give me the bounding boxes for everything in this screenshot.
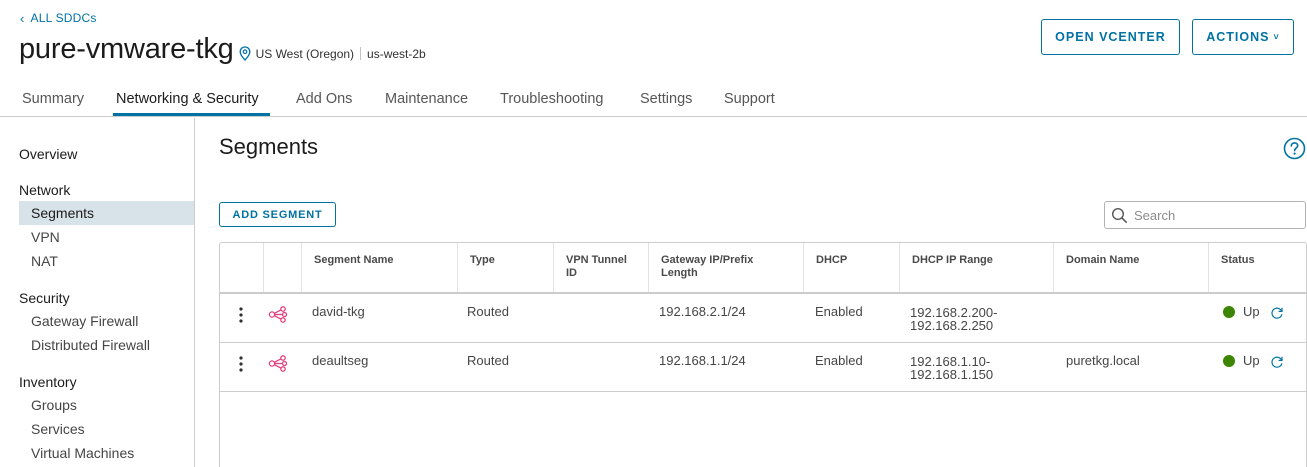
table-row[interactable]: david-tkg Routed 192.168.2.1/24 Enabled … <box>220 294 1306 343</box>
cell-gateway-ip: 192.168.2.1/24 <box>659 304 746 319</box>
table-row[interactable]: deaultseg Routed 192.168.1.1/24 Enabled … <box>220 343 1306 392</box>
location-pin-icon <box>239 46 251 61</box>
cell-domain-name: puretkg.local <box>1066 353 1140 368</box>
cell-gateway-ip: 192.168.1.1/24 <box>659 353 746 368</box>
tab-troubleshooting[interactable]: Troubleshooting <box>500 91 603 107</box>
table-header: Segment Name Type VPN Tunnel ID Gateway … <box>220 243 1306 294</box>
segments-table: Segment Name Type VPN Tunnel ID Gateway … <box>219 242 1307 467</box>
divider <box>360 47 362 60</box>
cell-dhcp: Enabled <box>815 353 863 368</box>
header-domain-name[interactable]: Domain Name <box>1054 243 1209 292</box>
header-dhcp[interactable]: DHCP <box>804 243 900 292</box>
region-label: US West (Oregon) <box>255 46 355 61</box>
tab-settings[interactable]: Settings <box>640 91 692 107</box>
actions-label: ACTIONS <box>1206 30 1270 44</box>
cell-status: Up <box>1243 304 1260 319</box>
sidebar-item-distributed-firewall[interactable]: Distributed Firewall <box>19 333 194 357</box>
sidebar-item-vpn[interactable]: VPN <box>19 225 194 249</box>
segment-network-icon <box>268 306 288 323</box>
open-vcenter-label: OPEN VCENTER <box>1055 30 1166 44</box>
tab-bar: Summary Networking & Security Add Ons Ma… <box>0 84 1307 117</box>
tab-networking-security[interactable]: Networking & Security <box>116 91 259 107</box>
header-segment-name[interactable]: Segment Name <box>302 243 458 292</box>
tab-support[interactable]: Support <box>724 91 775 107</box>
section-title: Segments <box>219 134 319 159</box>
actions-button[interactable]: ACTIONS ˅ <box>1192 19 1294 55</box>
chevron-down-icon: ˅ <box>1273 32 1280 42</box>
header-dhcp-ip-range[interactable]: DHCP IP Range <box>900 243 1054 292</box>
sidebar-heading-inventory: Inventory <box>19 374 77 390</box>
search-input[interactable] <box>1134 207 1294 223</box>
back-link-all-sddcs[interactable]: ‹ ALL SDDCs <box>20 11 97 25</box>
status-up-indicator <box>1223 306 1235 318</box>
cell-dhcp-range-end: 192.168.1.150 <box>910 367 994 382</box>
refresh-icon[interactable] <box>1270 306 1284 320</box>
sidebar-item-virtual-machines[interactable]: Virtual Machines <box>19 441 194 465</box>
sidebar-item-groups[interactable]: Groups <box>19 393 194 417</box>
cell-type: Routed <box>467 304 509 319</box>
tab-add-ons[interactable]: Add Ons <box>296 91 352 107</box>
sidebar: Overview Network Segments VPN NAT Securi… <box>0 118 195 467</box>
status-up-indicator <box>1223 355 1235 367</box>
sidebar-item-overview[interactable]: Overview <box>19 146 77 162</box>
header-type[interactable]: Type <box>458 243 554 292</box>
cell-segment-name[interactable]: david-tkg <box>312 305 365 318</box>
cell-segment-name[interactable]: deaultseg <box>312 354 368 367</box>
header-gateway-ip[interactable]: Gateway IP/Prefix Length <box>649 243 804 292</box>
sidebar-item-gateway-firewall[interactable]: Gateway Firewall <box>19 309 194 333</box>
cell-dhcp: Enabled <box>815 304 863 319</box>
header-vpn-tunnel-id[interactable]: VPN Tunnel ID <box>554 243 649 292</box>
header-icon-col <box>264 243 302 292</box>
refresh-icon[interactable] <box>1270 355 1284 369</box>
back-link-label: ALL SDDCs <box>30 11 97 25</box>
open-vcenter-button[interactable]: OPEN VCENTER <box>1041 19 1180 55</box>
sidebar-item-nat[interactable]: NAT <box>19 249 194 273</box>
help-icon[interactable] <box>1283 137 1306 160</box>
chevron-left-icon: ‹ <box>20 10 25 26</box>
zone-label: us-west-2b <box>367 46 426 61</box>
header-actions-col <box>220 243 264 292</box>
tab-summary[interactable]: Summary <box>22 91 84 107</box>
kebab-menu-icon[interactable] <box>238 306 244 324</box>
title-row: pure-vmware-tkg US West (Oregon) us-west… <box>19 33 426 66</box>
search-icon <box>1111 207 1127 223</box>
sidebar-heading-network: Network <box>19 182 71 198</box>
cell-dhcp-range-end: 192.168.2.250 <box>910 318 994 333</box>
location-info: US West (Oregon) us-west-2b <box>239 46 426 61</box>
active-tab-indicator <box>113 113 270 116</box>
sidebar-item-segments[interactable]: Segments <box>19 201 194 225</box>
segment-network-icon <box>268 355 288 372</box>
search-box[interactable] <box>1104 201 1306 229</box>
tab-maintenance[interactable]: Maintenance <box>385 91 468 107</box>
add-segment-label: ADD SEGMENT <box>232 208 323 221</box>
cell-type: Routed <box>467 353 509 368</box>
cell-status: Up <box>1243 353 1260 368</box>
kebab-menu-icon[interactable] <box>238 355 244 373</box>
header-status[interactable]: Status <box>1209 243 1306 292</box>
sidebar-heading-security: Security <box>19 290 70 306</box>
add-segment-button[interactable]: ADD SEGMENT <box>219 202 336 227</box>
page-title: pure-vmware-tkg <box>19 33 234 65</box>
sidebar-item-services[interactable]: Services <box>19 417 194 441</box>
